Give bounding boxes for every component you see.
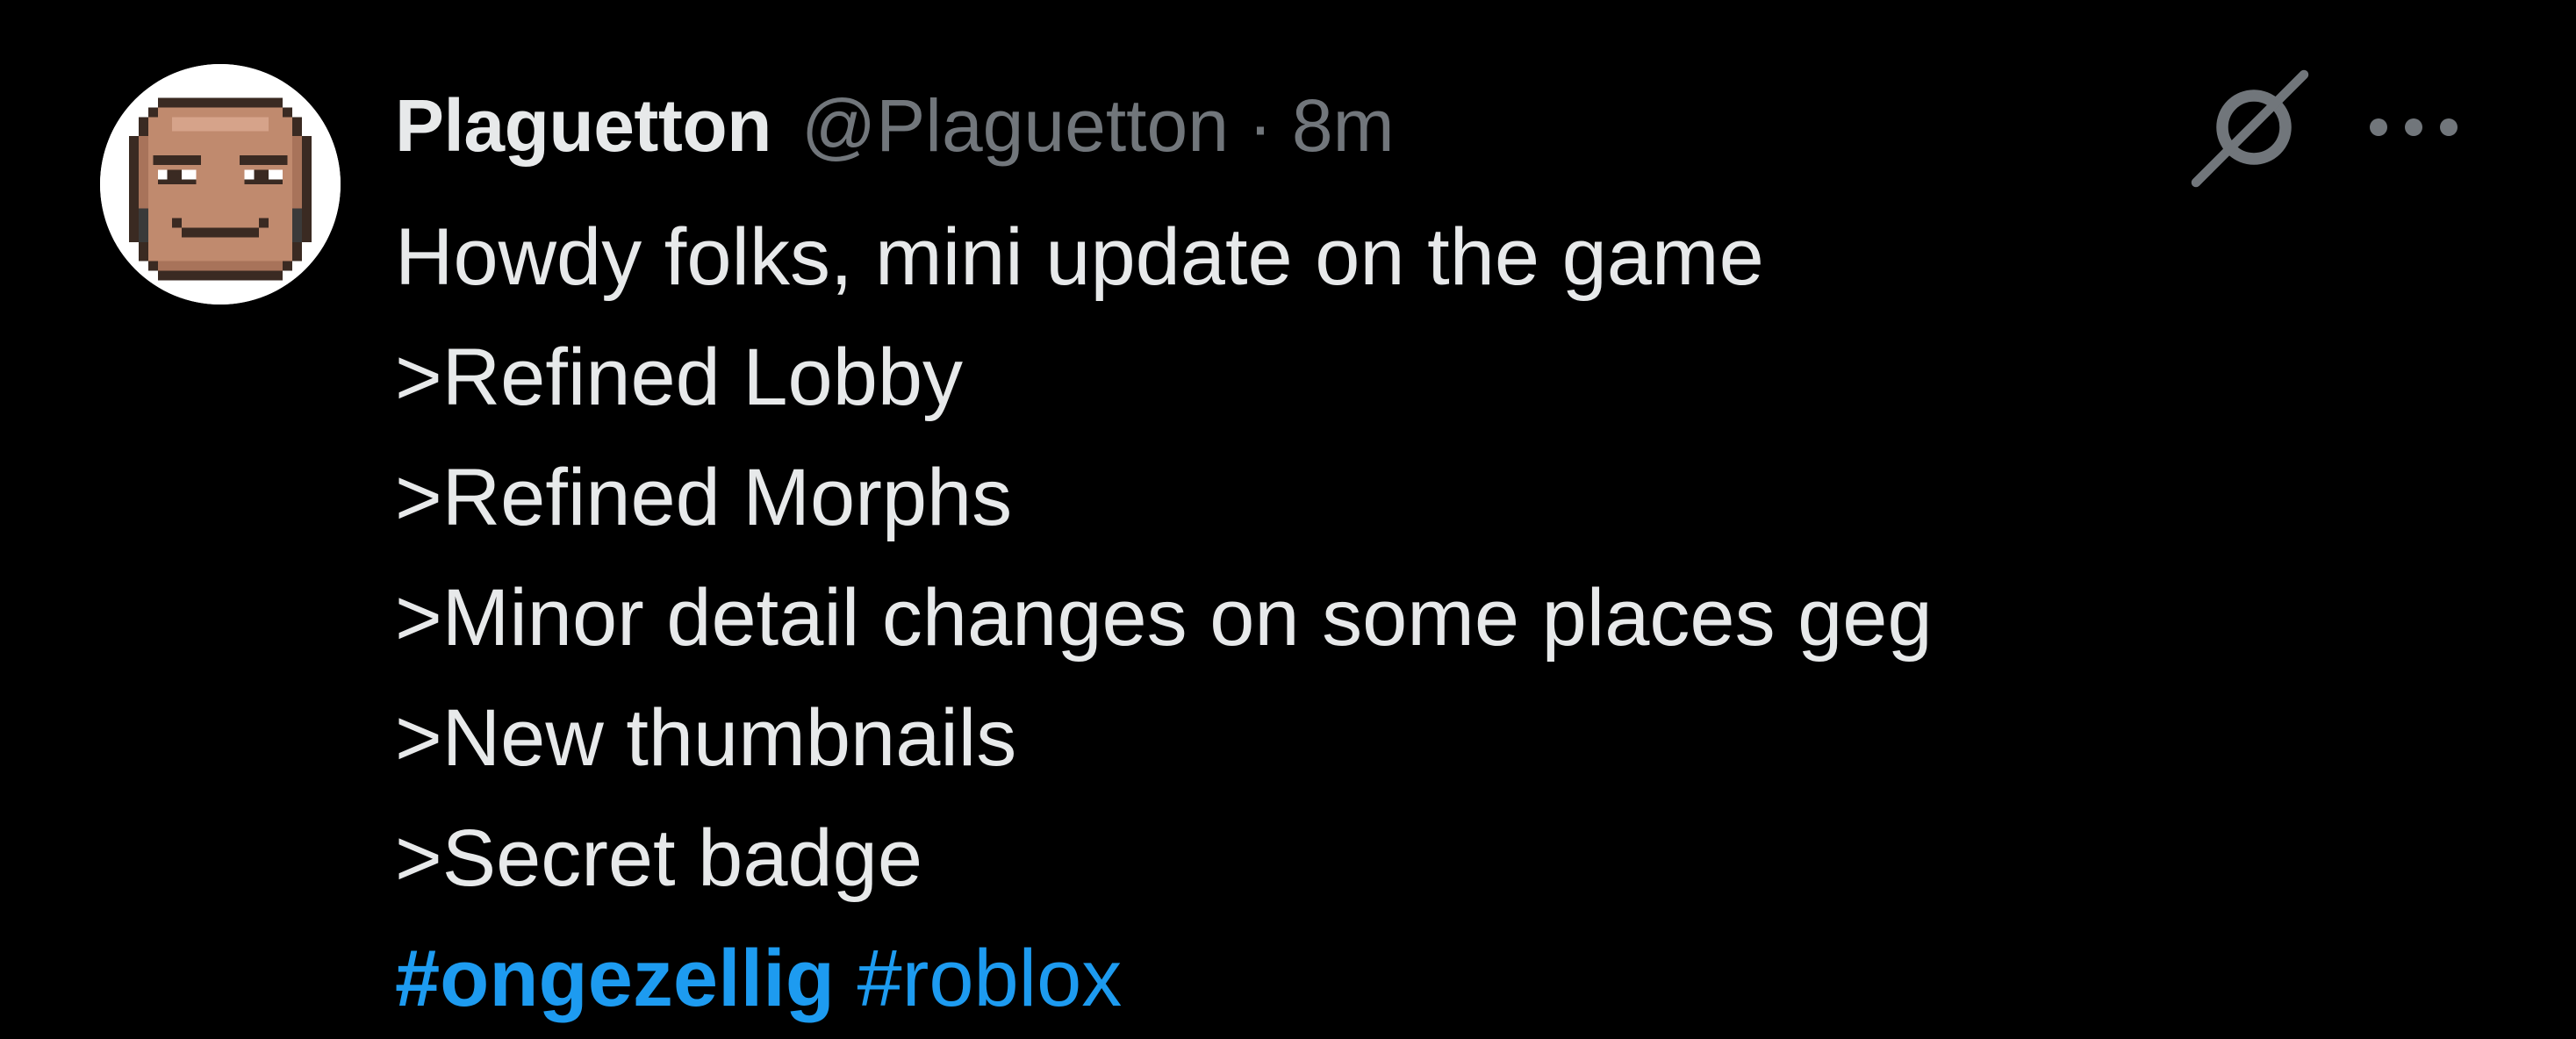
hashtag-ongezellig[interactable]: #ongezellig	[395, 934, 835, 1023]
tweet-text-line: >Refined Lobby	[395, 333, 964, 422]
more-dot	[2370, 118, 2387, 136]
more-dots-icon[interactable]	[2370, 110, 2458, 145]
tweet-body: Howdy folks, mini update on the game >Re…	[395, 197, 2458, 1039]
user-handle[interactable]: @Plaguetton	[801, 83, 1229, 168]
tweet-text-line: >Refined Morphs	[395, 453, 1013, 542]
tweet-text-line: >Secret badge	[395, 813, 923, 903]
slashed-circle-icon[interactable]	[2185, 61, 2317, 193]
hashtag-roblox[interactable]: #roblox	[857, 934, 1123, 1023]
more-dot	[2405, 118, 2422, 136]
tweet-text-line: >Minor detail changes on some places geg	[395, 573, 1933, 663]
pixel-face-avatar-icon	[100, 64, 341, 305]
display-name[interactable]: Plaguetton	[395, 83, 772, 168]
tweet-text-line: Howdy folks, mini update on the game	[395, 212, 1764, 302]
hashtag-row: #ongezellig #roblox	[395, 919, 2458, 1039]
timestamp[interactable]: 8m	[1292, 83, 1395, 168]
tweet-text-line: >New thumbnails	[395, 693, 1017, 783]
avatar[interactable]	[100, 64, 341, 305]
separator-dot: ·	[1247, 83, 1273, 167]
tweet-header: Plaguetton @Plaguetton · 8m	[395, 77, 1395, 174]
header-actions	[2185, 61, 2458, 193]
tweet[interactable]: Plaguetton @Plaguetton · 8m Howdy folks,…	[0, 0, 2576, 1038]
more-dot	[2440, 118, 2458, 136]
